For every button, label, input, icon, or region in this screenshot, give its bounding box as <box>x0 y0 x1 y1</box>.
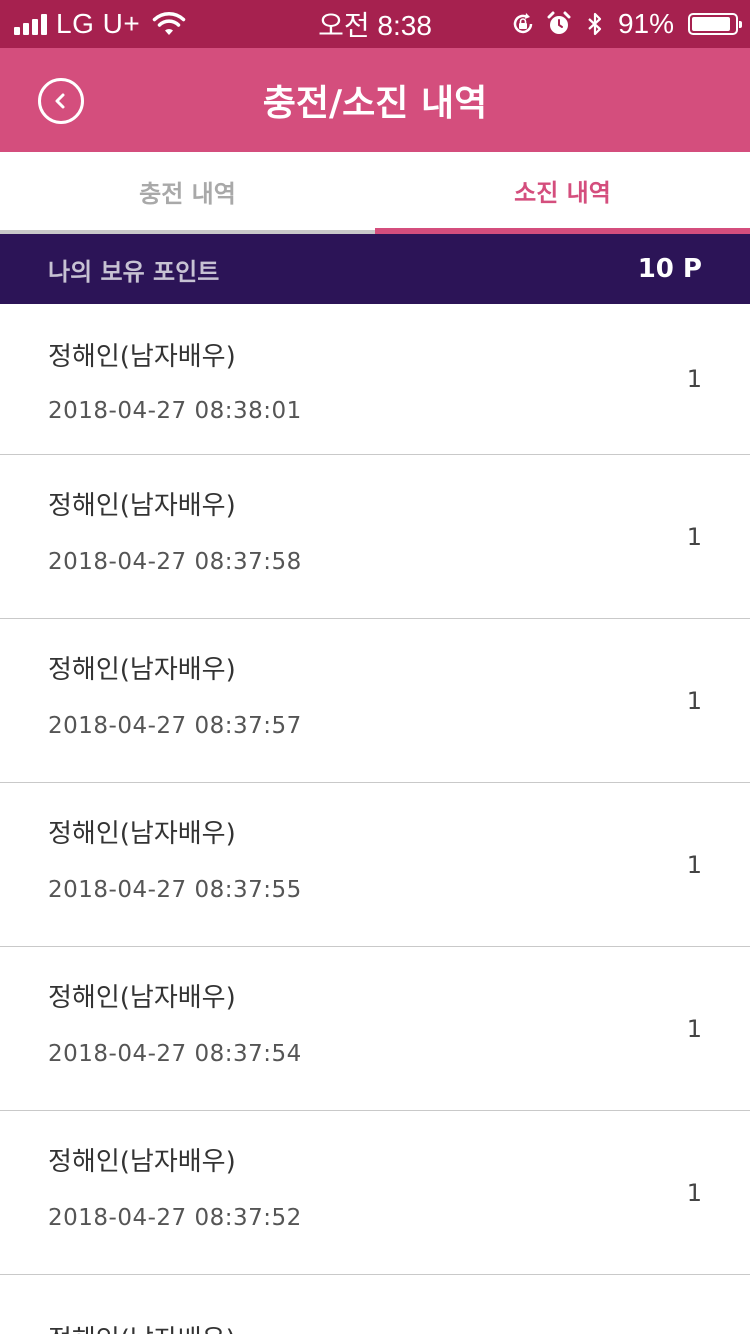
wifi-icon <box>152 12 186 35</box>
row-datetime: 2018-04-27 08:37:58 <box>48 549 302 575</box>
row-name: 정해인(남자배우) <box>48 491 236 521</box>
battery-cap <box>739 21 742 28</box>
tab-bar: 충전 내역 소진 내역 <box>0 152 750 234</box>
alarm-icon <box>547 11 571 34</box>
row-datetime: 2018-04-27 08:37:52 <box>48 1205 302 1231</box>
history-row[interactable]: 정해인(남자배우) 2018-04-27 08:37:57 1 <box>0 619 750 783</box>
status-time: 오전 8:38 <box>318 10 432 41</box>
row-amount: 1 <box>686 1178 702 1207</box>
tab-consume-history[interactable]: 소진 내역 <box>375 152 750 234</box>
status-bar: LG U+ 오전 8:38 91% <box>0 0 750 48</box>
history-row[interactable]: 정해인(남자배우) 2018-04-27 08:37:52 1 <box>0 1111 750 1275</box>
tab-label: 충전 내역 <box>139 179 236 208</box>
history-row[interactable]: 정해인(남자배우) 2018-04-27 08:37:55 1 <box>0 783 750 947</box>
battery-percent: 91% <box>617 8 674 39</box>
tab-label: 소진 내역 <box>514 178 611 207</box>
row-name: 정해인(남자배우) <box>48 655 236 685</box>
row-amount: 1 <box>686 1014 702 1043</box>
row-name: 정해인(남자배우) <box>48 819 236 849</box>
points-summary: 나의 보유 포인트 10 P <box>0 234 750 304</box>
cellular-signal-icon <box>14 13 47 35</box>
status-bar-right: 91% <box>510 0 742 48</box>
row-datetime: 2018-04-27 08:37:57 <box>48 713 302 739</box>
row-datetime: 2018-04-27 08:37:55 <box>48 877 302 903</box>
page-title: 충전/소진 내역 <box>262 83 488 124</box>
history-row[interactable]: 정해인(남자배우) 2018-04-27 08:37:58 1 <box>0 455 750 619</box>
row-amount: 1 <box>686 522 702 551</box>
tab-charge-history[interactable]: 충전 내역 <box>0 152 375 234</box>
points-label: 나의 보유 포인트 <box>48 257 220 286</box>
screen: LG U+ 오전 8:38 91% 충전/소진 내역 충전 내역 소진 내역 나… <box>0 0 750 1334</box>
history-row[interactable]: 정해인(남자배우) 2018-04-27 08:38:01 1 <box>0 304 750 455</box>
rotation-lock-icon <box>513 13 533 34</box>
row-name: 정해인(남자배우) <box>48 983 236 1013</box>
nav-bar: 충전/소진 내역 <box>0 48 750 152</box>
carrier-name: LG U+ <box>56 8 141 39</box>
row-amount: 1 <box>686 850 702 879</box>
battery-fill <box>692 17 730 31</box>
row-name: 정해인(남자배우) <box>48 1319 236 1334</box>
row-datetime: 2018-04-27 08:37:54 <box>48 1041 302 1067</box>
row-name: 정해인(남자배우) <box>48 1147 236 1177</box>
points-value: 10 P <box>637 254 702 284</box>
row-amount: 1 <box>686 365 702 393</box>
history-row[interactable]: 정해인(남자배우) 2018-04-27 08:37:54 1 <box>0 947 750 1111</box>
bluetooth-icon <box>588 12 602 36</box>
row-name: 정해인(남자배우) <box>48 342 236 372</box>
row-amount: 1 <box>686 686 702 715</box>
battery-icon <box>688 13 742 35</box>
status-bar-left: LG U+ <box>14 0 186 48</box>
history-list[interactable]: 정해인(남자배우) 2018-04-27 08:38:01 1 정해인(남자배우… <box>0 304 750 1334</box>
row-datetime: 2018-04-27 08:38:01 <box>48 398 302 424</box>
history-row-partial[interactable]: 정해인(남자배우) <box>0 1275 750 1334</box>
